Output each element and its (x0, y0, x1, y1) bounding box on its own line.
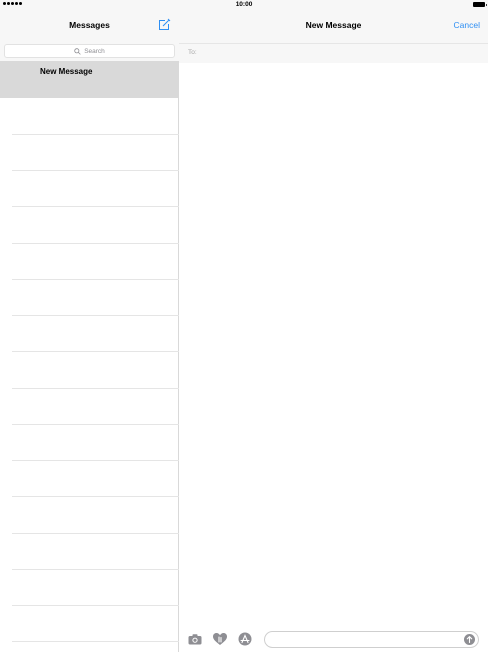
app-store-button[interactable] (237, 632, 253, 646)
to-label: To: (188, 49, 197, 56)
digital-touch-button[interactable] (212, 632, 228, 646)
app-store-icon (238, 632, 252, 646)
message-input[interactable] (264, 631, 479, 648)
list-divider (12, 388, 179, 389)
compose-icon (159, 18, 171, 30)
status-bar: 10:00 (0, 0, 488, 10)
list-divider (12, 605, 179, 606)
sidebar-header: Messages (0, 10, 179, 43)
camera-button[interactable] (187, 632, 203, 646)
list-divider (12, 496, 179, 497)
conversation-sidebar: Messages Search New Message (0, 10, 179, 652)
search-icon (74, 47, 81, 55)
compose-button[interactable] (157, 18, 171, 32)
recipient-field[interactable]: To: (179, 43, 488, 63)
list-divider (12, 351, 179, 352)
send-arrow-icon (466, 636, 473, 644)
list-divider (12, 533, 179, 534)
list-divider (12, 315, 179, 316)
battery-icon (473, 2, 487, 7)
search-placeholder: Search (84, 47, 105, 55)
status-time: 10:00 (235, 1, 253, 8)
list-divider (12, 134, 179, 135)
conversation-title: New Message (40, 67, 93, 76)
list-divider (12, 243, 179, 244)
send-button[interactable] (464, 634, 475, 645)
main-header: New Message Cancel (179, 10, 488, 43)
camera-icon (188, 634, 202, 645)
list-divider (12, 569, 179, 570)
list-divider (12, 641, 179, 642)
list-divider (12, 206, 179, 207)
list-divider (12, 424, 179, 425)
page-title: New Message (305, 20, 362, 30)
new-message-pane: New Message Cancel To: (179, 10, 488, 652)
list-divider (12, 460, 179, 461)
search-input[interactable]: Search (4, 44, 175, 58)
sidebar-title: Messages (69, 20, 110, 30)
conversation-item-new-message[interactable]: New Message (0, 61, 179, 98)
digital-touch-icon (213, 633, 227, 645)
search-bar: Search (0, 43, 179, 61)
list-divider (12, 170, 179, 171)
cancel-button[interactable]: Cancel (454, 10, 480, 40)
compose-toolbar (179, 629, 488, 652)
list-divider (12, 279, 179, 280)
